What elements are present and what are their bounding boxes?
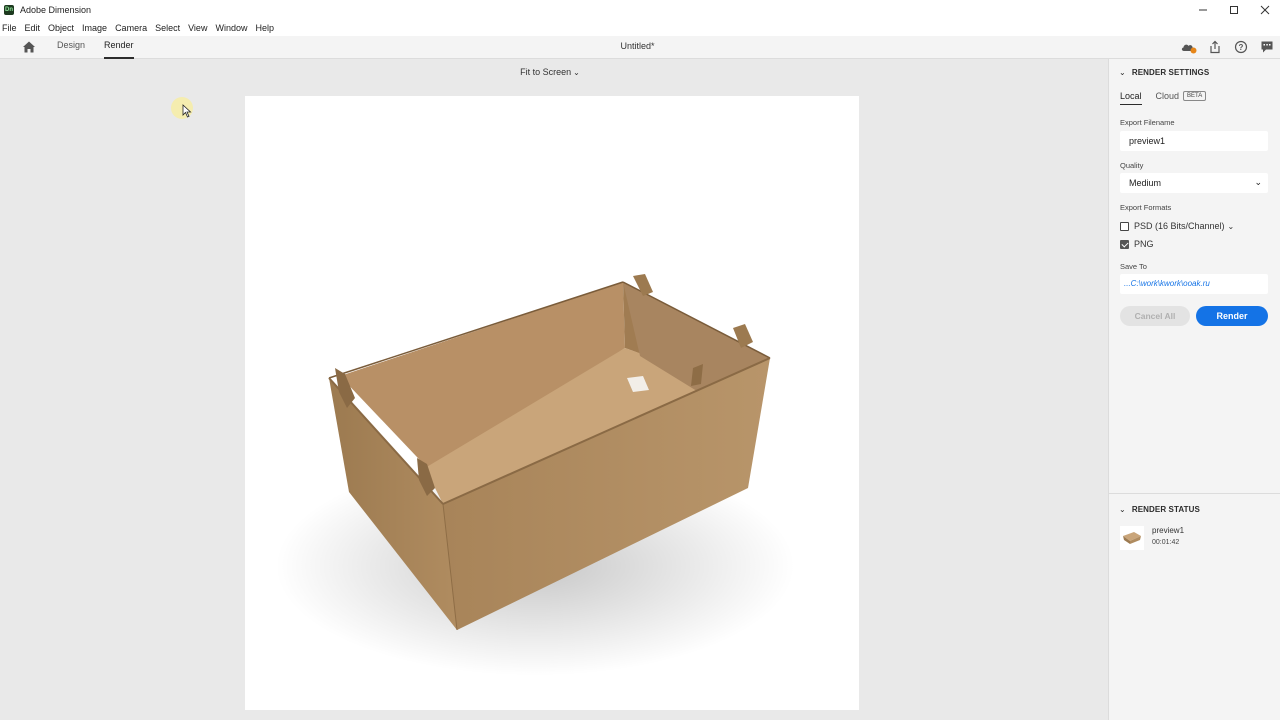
menu-camera[interactable]: Camera	[112, 23, 150, 33]
render-item-time: 00:01:42	[1152, 539, 1180, 546]
render-item-name: preview1	[1152, 526, 1185, 535]
psd-label: PSD (16 Bits/Channel)	[1134, 221, 1225, 231]
menu-image[interactable]: Image	[79, 23, 110, 33]
render-status-text: preview1 00:01:42	[1152, 526, 1184, 550]
app-logo-icon: Dn	[4, 5, 14, 15]
png-label: PNG	[1134, 239, 1154, 249]
chevron-down-icon: ⌄	[1119, 68, 1126, 77]
beta-badge: BETA	[1183, 91, 1207, 101]
render-status-title: RENDER STATUS	[1131, 505, 1200, 514]
format-psd-option[interactable]: PSD (16 Bits/Channel) ⌄	[1120, 221, 1234, 231]
top-toolbar: Design Render Untitled* ?	[0, 36, 1280, 59]
quality-value: Medium	[1129, 178, 1162, 188]
menu-bar: File Edit Object Image Camera Select Vie…	[0, 20, 1280, 36]
mouse-cursor-icon	[182, 104, 192, 118]
menu-window[interactable]: Window	[212, 23, 250, 33]
maximize-icon[interactable]	[1218, 0, 1249, 20]
document-title: Untitled*	[620, 41, 655, 51]
minimize-icon[interactable]	[1187, 0, 1218, 20]
share-icon[interactable]	[1202, 39, 1228, 55]
zoom-dropdown[interactable]: Fit to Screen ⌄	[0, 67, 1100, 77]
chevron-down-icon: ⌄	[573, 68, 580, 77]
render-button[interactable]: Render	[1196, 306, 1268, 326]
menu-view[interactable]: View	[185, 23, 210, 33]
cardboard-box-render	[275, 274, 795, 676]
panel-divider	[1109, 493, 1280, 494]
svg-text:?: ?	[1239, 43, 1244, 52]
chevron-down-icon: ⌄	[1254, 177, 1262, 187]
chevron-down-icon[interactable]: ⌄	[1228, 222, 1235, 231]
quality-select[interactable]: Medium ⌄	[1120, 173, 1268, 193]
box-thumbnail-icon	[1123, 532, 1141, 544]
png-checkbox[interactable]	[1120, 239, 1129, 249]
app-title: Adobe Dimension	[20, 5, 92, 15]
menu-select[interactable]: Select	[152, 23, 183, 33]
render-preview-canvas[interactable]	[245, 96, 859, 710]
help-icon[interactable]: ?	[1228, 39, 1254, 55]
render-settings-header[interactable]: ⌄ RENDER SETTINGS	[1119, 68, 1209, 77]
right-panel: ⌄ RENDER SETTINGS Local Cloud BETA Expor…	[1108, 59, 1280, 720]
save-to-label: Save To	[1120, 262, 1147, 271]
save-to-path-field[interactable]: ...C:\work\kwork\ooak.ru	[1120, 274, 1268, 294]
close-icon[interactable]	[1249, 0, 1280, 20]
export-filename-label: Export Filename	[1120, 118, 1175, 127]
render-status-header[interactable]: ⌄ RENDER STATUS	[1119, 505, 1200, 514]
cloud-sync-icon[interactable]	[1176, 39, 1202, 55]
canvas-area: Fit to Screen ⌄	[0, 59, 1107, 720]
menu-help[interactable]: Help	[252, 23, 277, 33]
menu-file[interactable]: File	[0, 23, 20, 33]
cancel-all-button[interactable]: Cancel All	[1120, 306, 1190, 326]
export-filename-field[interactable]: preview1	[1120, 131, 1268, 151]
chevron-down-icon: ⌄	[1119, 505, 1126, 514]
quality-label: Quality	[1120, 161, 1144, 170]
tab-local[interactable]: Local	[1120, 91, 1142, 105]
feedback-icon[interactable]	[1254, 39, 1280, 55]
format-png-option[interactable]: PNG	[1120, 239, 1154, 249]
title-bar: Dn Adobe Dimension	[0, 0, 1280, 20]
export-formats-label: Export Formats	[1120, 203, 1172, 212]
render-settings-title: RENDER SETTINGS	[1131, 68, 1210, 77]
window-controls	[1187, 0, 1280, 20]
top-right-icons: ?	[1176, 39, 1280, 55]
render-thumbnail	[1120, 526, 1144, 550]
render-location-tabs: Local Cloud BETA	[1120, 91, 1207, 105]
render-status-item[interactable]: preview1 00:01:42	[1120, 526, 1184, 550]
menu-object[interactable]: Object	[45, 23, 77, 33]
psd-checkbox[interactable]	[1120, 221, 1129, 231]
menu-edit[interactable]: Edit	[22, 23, 44, 33]
tab-cloud[interactable]: Cloud	[1156, 91, 1180, 105]
zoom-label: Fit to Screen	[520, 67, 572, 77]
